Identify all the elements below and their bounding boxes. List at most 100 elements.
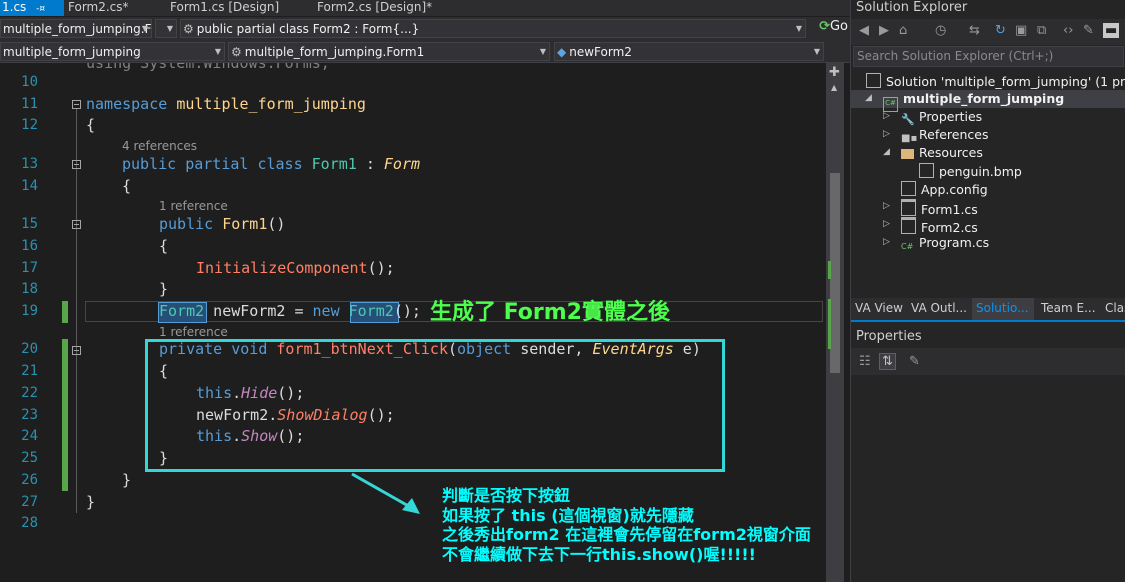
code-line-18: } [159,280,169,298]
tree-item-form1-cs[interactable]: ▷ Form1.cs [883,199,978,217]
collapsed-icon[interactable]: ▷ [883,111,890,121]
type-dropdown[interactable]: ⚙ multiple_form_jumping.Form1 ▼ [228,42,550,61]
pending-changes-icon[interactable]: ◷ [935,23,946,38]
properties-panel-title: Properties [856,329,922,344]
alphabetical-icon[interactable]: ⇅ [879,353,896,370]
tree-item-label: Resources [919,145,983,160]
line-number: 28 [21,515,38,531]
tab-solution-explorer[interactable]: Solutio... [976,301,1029,315]
codelens-references[interactable]: 1 reference [159,325,228,339]
project-dropdown[interactable]: multiple_form_jumping.Fo ▼ [0,19,152,38]
tab-va-outline[interactable]: VA Outl... [911,301,967,315]
scope-dropdown[interactable]: ▼ [155,19,177,38]
field-icon: ◆ [557,45,567,59]
forward-icon[interactable]: ▶ [879,23,889,38]
tree-item-penguin-bmp[interactable]: penguin.bmp [919,163,1022,179]
scrollbar-thumb[interactable] [830,173,840,373]
home-icon[interactable]: ⌂ [899,23,907,38]
tab-form2-cs[interactable]: Form2.cs* [66,0,164,16]
tree-item-solution[interactable]: Solution 'multiple_form_jumping' (1 proj… [866,73,1125,89]
collapse-all-icon[interactable]: ▣ [1015,23,1027,38]
punctuation: : [356,155,384,173]
solution-explorer-search[interactable]: Search Solution Explorer (Ctrl+;) [853,46,1124,67]
tab-va-view[interactable]: VA View [855,301,903,315]
go-button[interactable]: ⟳Go [819,19,848,34]
line-number: 26 [21,472,38,488]
method-name: Form1 [222,215,268,233]
collapsed-icon[interactable]: ▷ [883,237,890,247]
tab-class-view[interactable]: Clas [1105,301,1125,315]
categorized-icon[interactable]: ☷ [859,354,871,369]
split-icon[interactable]: ✚ [829,65,840,80]
line-number: 18 [21,281,38,297]
codelens-references[interactable]: 1 reference [159,199,228,213]
annotation-highlight-box [145,339,725,472]
properties-grid [851,396,1125,582]
member-dropdown-value: public partial class Form2 : Form{...} [196,22,420,36]
tree-item-references[interactable]: ▷ ■▪ References [883,127,988,145]
change-marker [828,261,831,279]
tree-item-label: App.config [921,182,988,197]
expanded-icon[interactable]: ◢ [865,93,872,103]
line-number: 11 [21,96,38,112]
line-number: 16 [21,238,38,254]
tab-team-explorer[interactable]: Team E... [1041,301,1096,315]
tab-form1-cs[interactable]: 1.cs -¤ [0,0,64,16]
collapse-icon[interactable] [72,160,81,169]
namespace-name: multiple_form_jumping [176,95,366,113]
tree-item-app-config[interactable]: App.config [901,181,988,197]
tree-item-program-cs[interactable]: ▷ C# Program.cs [883,235,989,253]
code-line-27: } [86,493,96,511]
collapsed-icon[interactable]: ▷ [883,219,890,229]
back-icon[interactable]: ◀ [859,23,869,38]
view-code-icon[interactable]: ‹› [1063,23,1073,38]
annotation-line: 不會繼續做下去下一行this.show()喔!!!!! [442,544,756,564]
annotation-arrow-icon [351,472,420,514]
annotation-line: 之後秀出form2 在這裡會先停留在form2視窗介面 [442,525,811,544]
collapse-icon[interactable] [72,346,81,355]
member-field-dropdown[interactable]: ◆ newForm2 ▼ [554,42,824,61]
tab-form2-design[interactable]: Form2.cs [Design]* [315,0,467,16]
collapsed-icon[interactable]: ▷ [883,201,890,211]
refresh-icon[interactable]: ↻ [995,23,1006,38]
go-label: Go [829,19,848,34]
project-scope-dropdown[interactable]: multiple_form_jumping ▼ [0,42,225,61]
member-dropdown[interactable]: ⚙ public partial class Form2 : Form{...} … [180,19,806,38]
sync-icon[interactable]: ⇆ [969,23,980,38]
tree-item-form2-cs[interactable]: ▷ Form2.cs [883,217,978,235]
pin-icon[interactable]: -¤ [36,4,45,14]
project-scope-value: multiple_form_jumping [3,45,141,59]
show-all-files-icon[interactable]: ⧉ [1037,23,1046,38]
preview-icon[interactable]: ▬ [1103,23,1120,38]
collapse-icon[interactable] [72,100,81,109]
change-marker [828,299,831,349]
code-line-12: { [86,116,96,134]
chevron-down-icon: ▼ [166,24,173,33]
code-line-15: public Form1() [159,215,285,233]
line-number: 12 [21,117,38,133]
chevron-down-icon: ▼ [141,24,148,33]
keyword: new [312,302,340,320]
code-line-19: Form2 newForm2 = new Form2(); [159,302,421,320]
codelens-references[interactable]: 4 references [122,139,197,153]
scroll-up-icon[interactable]: ▲ [831,83,837,92]
tab-label: Form2.cs [Design]* [317,0,433,14]
line-number: 22 [21,385,38,401]
tab-form1-design[interactable]: Form1.cs [Design] [168,0,310,16]
tab-label: 1.cs [2,0,27,14]
properties-toolbar: ☷ ⇅ ✎ [851,348,1125,375]
collapse-icon[interactable] [72,220,81,229]
folder-icon [901,149,914,159]
collapsed-icon[interactable]: ▷ [883,129,890,139]
properties-wrench-icon[interactable]: ✎ [1083,23,1094,38]
tree-item-properties[interactable]: ▷ 🔧 Properties [883,109,982,126]
property-pages-icon[interactable]: ✎ [909,354,920,369]
outline-guide [76,109,77,513]
note-form2-instance: 生成了 Form2實體之後 [430,300,670,325]
form-file-icon [901,199,916,216]
tree-item-resources[interactable]: ◢ Resources [883,145,983,160]
expanded-icon[interactable]: ◢ [883,147,890,157]
punctuation: () [267,215,286,233]
line-number: 20 [21,341,38,357]
editor-vertical-scrollbar[interactable]: ✚ ▲ [826,63,844,582]
